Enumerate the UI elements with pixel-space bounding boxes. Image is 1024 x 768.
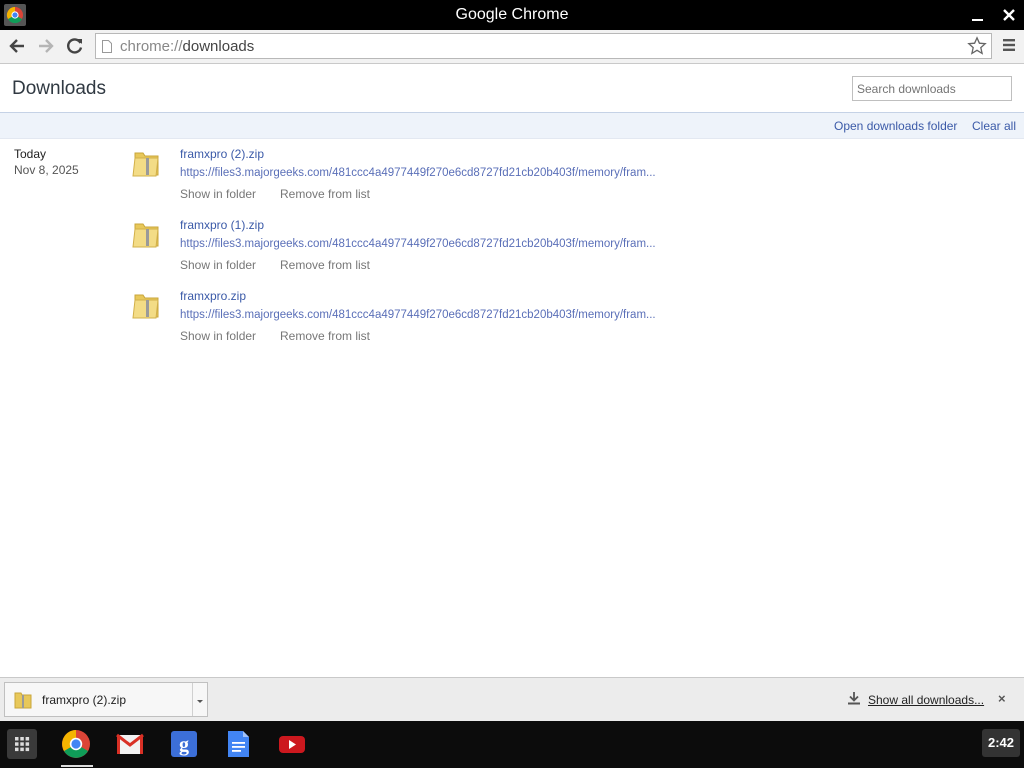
address-bar[interactable]: chrome://downloads [95, 33, 992, 59]
youtube-icon[interactable] [277, 729, 307, 759]
date-group-day: Today [14, 147, 47, 161]
zip-folder-icon [132, 294, 159, 319]
browser-toolbar: chrome://downloads [0, 30, 1024, 64]
remove-from-list-link[interactable]: Remove from list [280, 187, 370, 201]
open-downloads-folder-link[interactable]: Open downloads folder [834, 119, 957, 133]
shelf-item-menu-button[interactable] [192, 683, 207, 716]
close-window-button[interactable] [998, 4, 1020, 26]
download-source-url[interactable]: https://files3.majorgeeks.com/481ccc4a49… [180, 309, 656, 321]
show-in-folder-link[interactable]: Show in folder [180, 258, 256, 272]
page-icon [102, 40, 112, 53]
minimize-button[interactable] [966, 4, 988, 26]
window-title: Google Chrome [455, 6, 569, 23]
chrome-menu-icon[interactable] [1002, 38, 1016, 52]
download-item: framxpro (2).zip https://files3.majorgee… [132, 147, 752, 209]
shelf-download-item[interactable]: framxpro (2).zip [4, 682, 208, 717]
url-scheme: chrome:// [120, 38, 183, 55]
clear-all-link[interactable]: Clear all [972, 119, 1016, 133]
zip-folder-icon [132, 223, 159, 248]
reload-button[interactable] [64, 35, 86, 57]
url-text: chrome://downloads [120, 38, 254, 55]
downloads-header: Downloads [0, 64, 1024, 113]
download-file-name[interactable]: framxpro (2).zip [180, 147, 264, 161]
os-taskbar: g 2:42 [0, 721, 1024, 768]
reload-icon [67, 38, 83, 54]
system-clock[interactable]: 2:42 [982, 729, 1020, 757]
download-shelf: framxpro (2).zip Show all downloads... × [0, 677, 1024, 721]
forward-arrow-icon [39, 39, 54, 53]
date-group: Today Nov 8, 2025 [14, 147, 79, 177]
url-path: downloads [182, 38, 255, 55]
search-downloads-input[interactable] [852, 76, 1012, 101]
download-arrow-icon [848, 692, 860, 705]
download-source-url[interactable]: https://files3.majorgeeks.com/481ccc4a49… [180, 238, 656, 250]
page-title: Downloads [12, 78, 106, 99]
chrome-icon[interactable] [61, 729, 91, 759]
google-search-icon[interactable]: g [169, 729, 199, 759]
remove-from-list-link[interactable]: Remove from list [280, 258, 370, 272]
zip-folder-icon [132, 152, 159, 177]
docs-icon[interactable] [223, 729, 253, 759]
shelf-file-name: framxpro (2).zip [42, 693, 127, 707]
show-in-folder-link[interactable]: Show in folder [180, 329, 256, 343]
forward-button[interactable] [35, 35, 57, 57]
remove-from-list-link[interactable]: Remove from list [280, 329, 370, 343]
download-item: framxpro.zip https://files3.majorgeeks.c… [132, 289, 752, 351]
zip-folder-icon [14, 692, 32, 709]
back-arrow-icon [9, 39, 24, 53]
app-launcher-button[interactable] [7, 729, 37, 759]
svg-text:g: g [179, 734, 189, 756]
download-file-name[interactable]: framxpro.zip [180, 289, 246, 303]
download-source-url[interactable]: https://files3.majorgeeks.com/481ccc4a49… [180, 167, 656, 179]
window-title-bar: Google Chrome [0, 0, 1024, 30]
gmail-icon[interactable] [115, 729, 145, 759]
show-in-folder-link[interactable]: Show in folder [180, 187, 256, 201]
download-item: framxpro (1).zip https://files3.majorgee… [132, 218, 752, 280]
chevron-down-icon [197, 700, 203, 703]
active-app-indicator [61, 765, 93, 767]
date-group-date: Nov 8, 2025 [14, 163, 79, 177]
downloads-action-bar: Open downloads folder Clear all [0, 113, 1024, 139]
download-file-name[interactable]: framxpro (1).zip [180, 218, 264, 232]
show-all-downloads-link[interactable]: Show all downloads... [868, 693, 984, 707]
bookmark-star-icon[interactable] [967, 36, 987, 56]
app-grid-icon [15, 737, 30, 752]
close-shelf-button[interactable]: × [998, 691, 1006, 706]
back-button[interactable] [6, 35, 28, 57]
